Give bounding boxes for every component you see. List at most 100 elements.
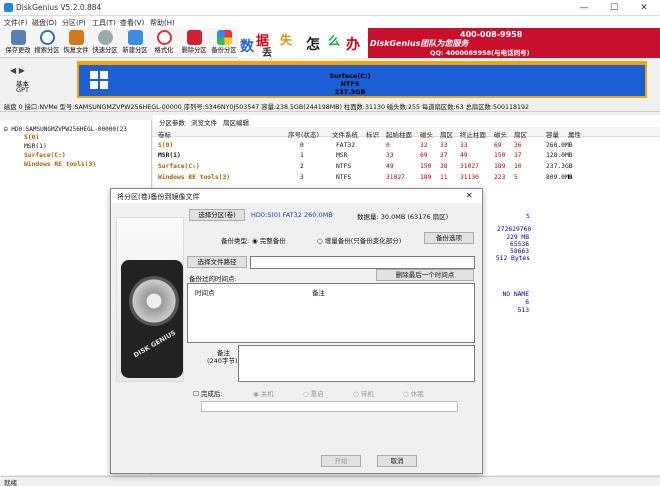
backup-dialog: 将分区(卷)备份到镜像文件 ✕ DISK GENIUS 选择分区(卷) HD0:… xyxy=(110,188,483,474)
hibernate-radio[interactable]: ○ 休眠 xyxy=(403,388,424,398)
table-cell: 49 xyxy=(386,163,394,170)
table-cell: FAT32 xyxy=(336,142,355,149)
col-fs[interactable]: 文件系统 xyxy=(332,129,358,139)
table-cell: 49 xyxy=(460,152,468,159)
info-label: S xyxy=(526,213,530,220)
table-cell: 260.0MB xyxy=(546,142,573,149)
backup-partition-button[interactable]: 备份分区 xyxy=(210,29,238,57)
cancel-button[interactable]: 取消 xyxy=(377,455,417,467)
ad-banner[interactable]: 数 据 丢 失 怎 么 办 DiskGenius团队为您服务 400-008-9… xyxy=(238,28,660,58)
tab-partition-params[interactable]: 分区参数 xyxy=(156,117,188,127)
save-changes-button[interactable]: 保存更改 xyxy=(4,29,32,57)
menu-partition[interactable]: 分区(P) xyxy=(62,18,86,28)
menu-view[interactable]: 查看(V) xyxy=(120,18,144,28)
col-head2[interactable]: 磁头 xyxy=(494,129,507,139)
partition-fs: NTFS xyxy=(340,80,360,88)
quick-partition-button[interactable]: 快速分区 xyxy=(91,29,119,57)
col-time: 时间点 xyxy=(195,289,215,297)
note-limit-label: (240字节) xyxy=(207,357,238,365)
minimize-button[interactable]: — xyxy=(570,1,598,15)
table-cell: 38 xyxy=(440,163,448,170)
window-title: DiskGenius V5.2.0.884 xyxy=(16,3,102,12)
shutdown-radio[interactable]: ◉ 关机 xyxy=(253,388,274,398)
tab-browse-files[interactable]: 浏览文件 xyxy=(188,117,220,127)
recover-icon xyxy=(68,30,84,45)
tree-item-s0[interactable]: S(0) xyxy=(24,134,39,141)
col-capacity[interactable]: 容量 xyxy=(546,129,559,139)
restart-radio[interactable]: ○ 重启 xyxy=(303,388,324,398)
search-partition-button[interactable]: 搜索分区 xyxy=(33,29,61,57)
close-button[interactable]: ✕ xyxy=(630,1,658,15)
hdd-illustration: DISK GENIUS xyxy=(116,217,184,382)
tree-item-msr[interactable]: MSR(1) xyxy=(24,143,47,150)
table-row[interactable]: S(0) xyxy=(158,142,173,149)
delete-icon xyxy=(186,30,202,45)
delete-last-point-button[interactable]: 删除最后一个时间点 xyxy=(376,269,474,281)
progress-bar xyxy=(201,401,458,412)
table-cell: 36 xyxy=(514,142,522,149)
full-backup-radio[interactable]: ◉ 完整备份 xyxy=(252,235,286,245)
table-row[interactable]: Surface(C:) xyxy=(158,163,200,170)
tree-item-c[interactable]: Surface(C:) xyxy=(24,152,66,159)
backup-options-button[interactable]: 备份选项 xyxy=(424,232,474,244)
format-button[interactable]: 格式化 xyxy=(150,29,178,57)
file-path-input[interactable] xyxy=(250,256,475,269)
delete-partition-button[interactable]: 删除分区 xyxy=(180,29,208,57)
table-cell: NTFS xyxy=(336,174,352,181)
col-end-cyl[interactable]: 终止柱面 xyxy=(460,129,486,139)
table-cell: 189 xyxy=(494,163,506,170)
table-row[interactable]: Windows RE tools(3) xyxy=(158,174,230,181)
recover-files-button[interactable]: 恢复文件 xyxy=(62,29,90,57)
new-partition-icon xyxy=(127,30,143,45)
table-cell: 33 xyxy=(460,142,468,149)
table-cell: 32 xyxy=(420,142,428,149)
table-row[interactable]: MSR(1) xyxy=(158,152,181,159)
tab-sector-edit[interactable]: 扇区编辑 xyxy=(220,117,252,127)
maximize-button[interactable]: ☐ xyxy=(600,1,628,15)
tree-item-re[interactable]: Windows RE tools(3) xyxy=(24,161,96,168)
start-button[interactable]: 开始 xyxy=(321,455,361,467)
tree-disk0[interactable]: ⊟ HD0:SAMSUNGMZVPW256HEGL-00000(23 xyxy=(4,126,127,133)
menu-tools[interactable]: 工具(T) xyxy=(92,18,116,28)
standby-radio[interactable]: ○ 待机 xyxy=(353,388,374,398)
partition-size: 237.3GB xyxy=(334,88,366,96)
menu-help[interactable]: 帮助(H) xyxy=(150,18,175,28)
dialog-title: 将分区(卷)备份到镜像文件 xyxy=(111,189,482,203)
col-sector[interactable]: 扇区 xyxy=(440,129,453,139)
col-attr[interactable]: 属性 xyxy=(568,129,581,139)
table-cell: 189 xyxy=(420,174,432,181)
windows-logo-icon xyxy=(90,71,108,89)
backup-points-list[interactable]: 时间点 备注 xyxy=(187,283,475,343)
info-value-b: 513 xyxy=(517,307,529,314)
table-cell: 3 xyxy=(300,174,304,181)
disk-info-bar: 磁盘 0 接口:NVMe 型号:SAMSUNGMZVPW256HEGL-0000… xyxy=(0,100,660,112)
select-partition-button[interactable]: 选择分区(卷) xyxy=(189,209,245,221)
col-label[interactable]: 卷标 xyxy=(158,129,171,139)
col-sector2[interactable]: 扇区 xyxy=(514,129,527,139)
table-cell: NTFS xyxy=(336,163,352,170)
col-start-cyl[interactable]: 起始柱面 xyxy=(386,129,412,139)
col-head[interactable]: 磁头 xyxy=(420,129,433,139)
after-done-checkbox[interactable]: ☐ 完成后: xyxy=(193,388,223,398)
table-cell: 1 xyxy=(300,152,304,159)
platter-icon xyxy=(129,276,179,326)
nav-arrows[interactable]: ◀ ▶ xyxy=(10,66,25,75)
info-value-a: 6 xyxy=(525,299,529,306)
menu-disk[interactable]: 磁盘(D) xyxy=(32,18,57,28)
table-cell: 37 xyxy=(440,152,448,159)
table-cell: 33 xyxy=(440,142,448,149)
dialog-close-button[interactable]: ✕ xyxy=(466,191,473,200)
new-partition-button[interactable]: 新建分区 xyxy=(121,29,149,57)
note-textarea[interactable] xyxy=(238,345,475,382)
table-cell: 69 xyxy=(420,152,428,159)
choose-path-button[interactable]: 选择文件路径 xyxy=(187,256,247,268)
table-cell: H xyxy=(568,174,572,181)
save-icon xyxy=(10,30,26,45)
col-index[interactable]: 序号(状态) xyxy=(288,129,319,139)
backup-icon xyxy=(216,30,232,45)
info-clusters: 65536 xyxy=(510,241,529,248)
table-cell: 2 xyxy=(300,163,304,170)
menu-file[interactable]: 文件(F) xyxy=(4,18,28,28)
incremental-backup-radio[interactable]: ○ 增量备份(只备份变化部分) xyxy=(317,235,401,245)
col-id[interactable]: 标识 xyxy=(366,129,379,139)
